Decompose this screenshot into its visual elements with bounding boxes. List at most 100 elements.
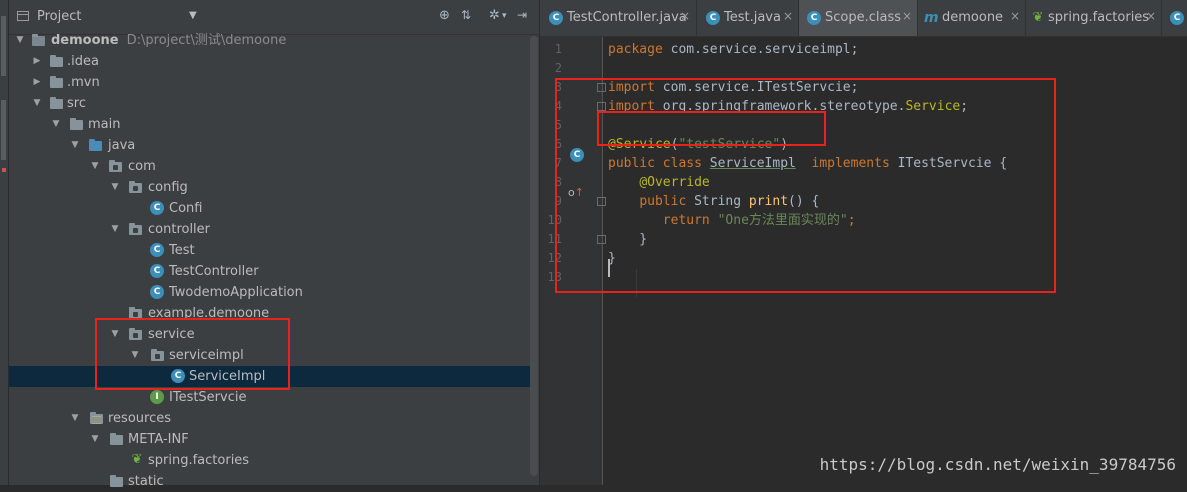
tab-label: demoone [942, 10, 1004, 25]
class-icon: C [150, 201, 164, 215]
expand-arrow-icon[interactable]: ▼ [109, 222, 121, 237]
expand-arrow-icon[interactable]: ▼ [14, 33, 26, 48]
tab-overflow[interactable]: C [1162, 0, 1187, 36]
tree-item-config[interactable]: ▼ config [9, 177, 530, 198]
tree-item-label: src [67, 96, 86, 111]
close-icon[interactable]: × [680, 9, 690, 23]
source-folder-icon [88, 138, 102, 152]
tool-window-strip [0, 0, 9, 485]
folder-icon [49, 75, 63, 89]
tab-spring-factories[interactable]: ❦ spring.factories × [1026, 0, 1162, 36]
tree-item-com[interactable]: ▼ com [9, 156, 530, 177]
tree-item-label: main [88, 117, 121, 132]
settings-gear-icon[interactable]: ✲ [489, 8, 500, 23]
tree-item-label: TwodemoApplication [169, 285, 303, 300]
tree-item-static[interactable]: static [9, 471, 530, 492]
expand-arrow-icon[interactable]: ▼ [50, 117, 62, 132]
spring-file-icon: ❦ [1032, 10, 1044, 25]
editor-tabs: C TestController.java × C Test.java × C … [540, 0, 1187, 37]
tree-item-label: .mvn [67, 75, 100, 90]
expand-arrow-icon[interactable]: ▼ [89, 432, 101, 447]
tree-item-label: controller [148, 222, 211, 237]
tree-item-label: TestController [169, 264, 259, 279]
tab-scope[interactable]: C Scope.class × [799, 0, 918, 36]
spring-boot-class-icon: C [150, 285, 164, 299]
code-token: com.service.serviceimpl; [670, 42, 859, 57]
folder-icon [49, 54, 63, 68]
tree-item-itestservcie[interactable]: I ITestServcie [9, 387, 530, 408]
collapse-all-icon[interactable]: ⇅ [461, 8, 471, 22]
tree-item-idea[interactable]: ▶ .idea [9, 51, 530, 72]
tree-item-label: config [148, 180, 188, 195]
annotation-box-service-annotation [597, 111, 826, 146]
folder-icon [69, 117, 83, 131]
tree-item-controller[interactable]: ▼ controller [9, 219, 530, 240]
expand-arrow-icon[interactable]: ▼ [89, 159, 101, 174]
close-icon[interactable]: × [1146, 9, 1156, 23]
tab-label: Test.java [724, 10, 781, 25]
tree-item-twodemoapplication[interactable]: C TwodemoApplication [9, 282, 530, 303]
class-icon: C [807, 11, 821, 25]
tree-item-label: java [108, 138, 136, 153]
project-panel: Project ▼ ⊕ ⇅ ✲ ▾ ⇥ ▼ demoone D:\project\… [9, 0, 539, 489]
hide-panel-icon[interactable]: ⇥ [517, 8, 527, 22]
tree-item-label: Confi [169, 201, 203, 216]
class-icon: C [150, 264, 164, 278]
tab-testcontroller[interactable]: C TestController.java × [540, 0, 697, 36]
project-scrollbar[interactable] [530, 36, 538, 476]
tab-demoone[interactable]: m demoone × [918, 0, 1026, 36]
collapse-arrow-icon[interactable]: ▶ [31, 54, 43, 69]
module-folder-icon [31, 33, 45, 47]
package-icon [128, 180, 142, 194]
close-icon[interactable]: × [1010, 9, 1020, 23]
tree-item-test[interactable]: C Test [9, 240, 530, 261]
tree-item-java[interactable]: ▼ java [9, 135, 530, 156]
tab-label: Scope.class [825, 10, 902, 25]
locate-icon[interactable]: ⊕ [439, 8, 450, 23]
tree-item-label: ITestServcie [169, 390, 247, 405]
package-icon [128, 222, 142, 236]
tree-item-src[interactable]: ▼ src [9, 93, 530, 114]
tree-item-resources[interactable]: ▼ resources [9, 408, 530, 429]
tree-item-mvn[interactable]: ▶ .mvn [9, 72, 530, 93]
close-icon[interactable]: × [783, 9, 793, 23]
expand-arrow-icon[interactable]: ▼ [69, 411, 81, 426]
expand-arrow-icon[interactable]: ▼ [31, 96, 43, 111]
line-number: 2 [554, 61, 562, 75]
project-tool-tab[interactable] [1, 16, 6, 76]
tree-item-label: spring.factories [148, 453, 250, 468]
error-marker [2, 168, 6, 172]
expand-arrow-icon[interactable]: ▼ [69, 138, 81, 153]
structure-tool-tab[interactable] [1, 100, 6, 160]
class-icon: C [1170, 11, 1184, 25]
view-dropdown-icon[interactable]: ▼ [189, 10, 197, 21]
tree-item-main[interactable]: ▼ main [9, 114, 530, 135]
tree-item-label: META-INF [128, 432, 189, 447]
maven-icon: m [924, 10, 939, 26]
tree-item-testcontroller[interactable]: C TestController [9, 261, 530, 282]
settings-dropdown-icon[interactable]: ▾ [502, 11, 507, 21]
line-number: 1 [554, 42, 562, 56]
tree-item-demoone[interactable]: ▼ demoone D:\project\测试\demoone [9, 30, 530, 51]
tree-item-confi[interactable]: C Confi [9, 198, 530, 219]
spring-file-icon: ❦ [131, 452, 143, 467]
code-token: package [608, 42, 671, 57]
module-path: D:\project\测试\demoone [126, 33, 287, 48]
interface-icon: I [150, 390, 164, 404]
close-icon[interactable]: × [902, 9, 912, 23]
tree-item-meta-inf[interactable]: ▼ META-INF [9, 429, 530, 450]
tab-test[interactable]: C Test.java × [697, 0, 799, 36]
tree-item-spring-factories[interactable]: ❦ spring.factories [9, 450, 530, 471]
watermark-text: https://blog.csdn.net/weixin_39784756 [819, 455, 1176, 474]
project-panel-title[interactable]: Project [37, 9, 81, 24]
expand-arrow-icon[interactable]: ▼ [109, 180, 121, 195]
annotation-box-service [95, 318, 290, 390]
code-line[interactable]: package com.service.serviceimpl; [608, 40, 858, 59]
class-icon: C [549, 11, 563, 25]
tree-item-label: Test [169, 243, 195, 258]
collapse-arrow-icon[interactable]: ▶ [31, 75, 43, 90]
tree-item-label: demoone [51, 33, 119, 48]
package-icon [108, 159, 122, 173]
folder-icon [109, 474, 123, 488]
tree-item-label: .idea [67, 54, 99, 69]
